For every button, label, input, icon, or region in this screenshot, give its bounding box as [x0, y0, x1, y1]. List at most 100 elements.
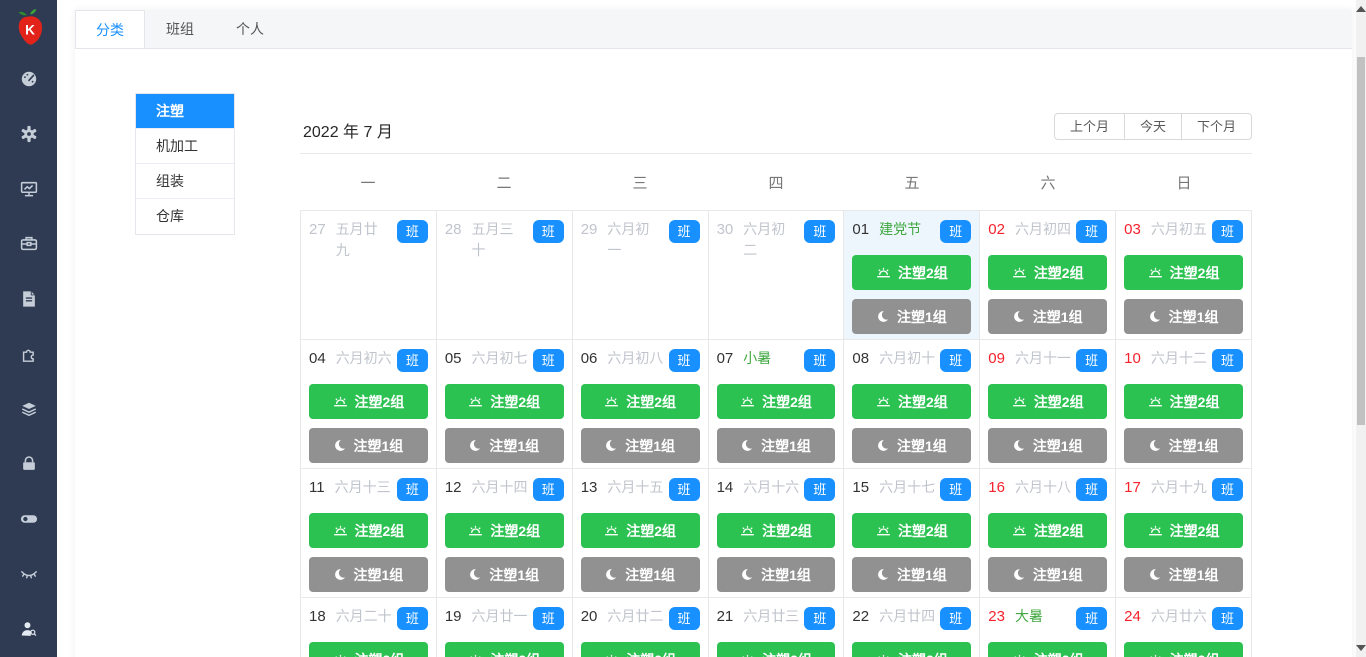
day-shift-button[interactable]: 注塑2组 — [1124, 642, 1243, 657]
tab-group[interactable]: 班组 — [145, 10, 215, 48]
shift-badge[interactable]: 班 — [940, 349, 972, 372]
day-shift-button[interactable]: 注塑2组 — [1124, 384, 1243, 419]
day-shift-button[interactable]: 注塑2组 — [716, 642, 836, 657]
calendar-day-cell[interactable]: 09 六月十一 班 注塑2组 注塑1组 — [980, 340, 1117, 469]
calendar-day-cell[interactable]: 17 六月十九 班 注塑2组 注塑1组 — [1116, 469, 1252, 598]
day-shift-button[interactable]: 注塑2组 — [988, 513, 1108, 548]
shift-badge[interactable]: 班 — [668, 220, 700, 243]
night-shift-button[interactable]: 注塑1组 — [444, 428, 564, 463]
calendar-day-cell[interactable]: 27 五月廿九 班 — [301, 211, 437, 340]
shift-badge[interactable]: 班 — [804, 607, 836, 630]
calendar-day-cell[interactable]: 07 小暑 班 注塑2组 注塑1组 — [708, 340, 845, 469]
today-button[interactable]: 今天 — [1123, 113, 1182, 140]
calendar-day-cell[interactable]: 20 六月廿二 班 注塑2组 注塑1组 — [572, 598, 709, 657]
night-shift-button[interactable]: 注塑1组 — [988, 299, 1108, 334]
calendar-day-cell[interactable]: 21 六月廿三 班 注塑2组 注塑1组 — [708, 598, 845, 657]
calendar-day-cell[interactable]: 13 六月十五 班 注塑2组 注塑1组 — [572, 469, 709, 598]
shift-badge[interactable]: 班 — [1211, 607, 1243, 630]
calendar-day-cell[interactable]: 14 六月十六 班 注塑2组 注塑1组 — [708, 469, 845, 598]
night-shift-button[interactable]: 注塑1组 — [1124, 428, 1243, 463]
shift-badge[interactable]: 班 — [396, 349, 428, 372]
shift-badge[interactable]: 班 — [396, 478, 428, 501]
settings-icon[interactable] — [20, 125, 38, 143]
shift-badge[interactable]: 班 — [532, 220, 564, 243]
shift-badge[interactable]: 班 — [1076, 220, 1108, 243]
day-shift-button[interactable]: 注塑2组 — [852, 513, 972, 548]
night-shift-button[interactable]: 注塑1组 — [716, 557, 836, 592]
night-shift-button[interactable]: 注塑1组 — [444, 557, 564, 592]
category-item[interactable]: 组装 — [136, 164, 234, 199]
day-shift-button[interactable]: 注塑2组 — [309, 513, 428, 548]
day-shift-button[interactable]: 注塑2组 — [309, 384, 428, 419]
next-month-button[interactable]: 下个月 — [1180, 113, 1252, 140]
shift-badge[interactable]: 班 — [940, 220, 972, 243]
calendar-day-cell[interactable]: 08 六月初十 班 注塑2组 注塑1组 — [844, 340, 981, 469]
category-item[interactable]: 机加工 — [136, 129, 234, 164]
day-shift-button[interactable]: 注塑2组 — [988, 642, 1108, 657]
scrollbar-thumb[interactable] — [1357, 57, 1365, 425]
lock-icon[interactable] — [20, 455, 38, 473]
shift-badge[interactable]: 班 — [668, 478, 700, 501]
tab-category[interactable]: 分类 — [75, 10, 145, 48]
calendar-day-cell[interactable]: 01 建党节 班 注塑2组 注塑1组 — [844, 211, 981, 340]
shift-badge[interactable]: 班 — [532, 349, 564, 372]
shift-badge[interactable]: 班 — [940, 607, 972, 630]
shift-badge[interactable]: 班 — [1076, 349, 1108, 372]
calendar-day-cell[interactable]: 10 六月十二 班 注塑2组 注塑1组 — [1116, 340, 1252, 469]
shift-badge[interactable]: 班 — [1211, 349, 1243, 372]
layers-icon[interactable] — [20, 400, 38, 418]
day-shift-button[interactable]: 注塑2组 — [852, 255, 972, 290]
calendar-day-cell[interactable]: 22 六月廿四 班 注塑2组 注塑1组 — [844, 598, 981, 657]
calendar-day-cell[interactable]: 03 六月初五 班 注塑2组 注塑1组 — [1116, 211, 1252, 340]
night-shift-button[interactable]: 注塑1组 — [852, 428, 972, 463]
calendar-day-cell[interactable]: 15 六月十七 班 注塑2组 注塑1组 — [844, 469, 981, 598]
day-shift-button[interactable]: 注塑2组 — [580, 642, 700, 657]
day-shift-button[interactable]: 注塑2组 — [716, 513, 836, 548]
shift-badge[interactable]: 班 — [804, 478, 836, 501]
night-shift-button[interactable]: 注塑1组 — [309, 428, 428, 463]
day-shift-button[interactable]: 注塑2组 — [580, 513, 700, 548]
scroll-down-arrow[interactable] — [1356, 645, 1366, 651]
prev-month-button[interactable]: 上个月 — [1053, 113, 1125, 140]
document-icon[interactable] — [20, 290, 38, 308]
scroll-up-arrow[interactable] — [1356, 6, 1366, 12]
toggle-icon[interactable] — [20, 510, 38, 528]
calendar-day-cell[interactable]: 19 六月廿一 班 注塑2组 注塑1组 — [436, 598, 573, 657]
calendar-day-cell[interactable]: 05 六月初七 班 注塑2组 注塑1组 — [436, 340, 573, 469]
dashboard-icon[interactable] — [20, 70, 38, 88]
day-shift-button[interactable]: 注塑2组 — [444, 384, 564, 419]
calendar-day-cell[interactable]: 23 大暑 班 注塑2组 注塑1组 — [980, 598, 1117, 657]
calendar-day-cell[interactable]: 11 六月十三 班 注塑2组 注塑1组 — [301, 469, 437, 598]
monitor-chart-icon[interactable] — [20, 180, 38, 198]
shift-badge[interactable]: 班 — [668, 607, 700, 630]
night-shift-button[interactable]: 注塑1组 — [1124, 557, 1243, 592]
night-shift-button[interactable]: 注塑1组 — [309, 557, 428, 592]
shift-badge[interactable]: 班 — [804, 220, 836, 243]
day-shift-button[interactable]: 注塑2组 — [580, 384, 700, 419]
scrollbar[interactable] — [1356, 0, 1366, 657]
user-icon[interactable] — [20, 620, 38, 638]
shift-badge[interactable]: 班 — [396, 607, 428, 630]
night-shift-button[interactable]: 注塑1组 — [852, 299, 972, 334]
shift-badge[interactable]: 班 — [532, 478, 564, 501]
day-shift-button[interactable]: 注塑2组 — [716, 384, 836, 419]
shift-badge[interactable]: 班 — [1076, 478, 1108, 501]
day-shift-button[interactable]: 注塑2组 — [1124, 513, 1243, 548]
tab-personal[interactable]: 个人 — [215, 10, 285, 48]
shift-badge[interactable]: 班 — [1076, 607, 1108, 630]
calendar-day-cell[interactable]: 24 六月廿六 班 注塑2组 注塑1组 — [1116, 598, 1252, 657]
calendar-day-cell[interactable]: 04 六月初六 班 注塑2组 注塑1组 — [301, 340, 437, 469]
toolbox-icon[interactable] — [20, 235, 38, 253]
calendar-day-cell[interactable]: 06 六月初八 班 注塑2组 注塑1组 — [572, 340, 709, 469]
shift-badge[interactable]: 班 — [396, 220, 428, 243]
day-shift-button[interactable]: 注塑2组 — [988, 384, 1108, 419]
night-shift-button[interactable]: 注塑1组 — [852, 557, 972, 592]
puzzle-icon[interactable] — [20, 345, 38, 363]
night-shift-button[interactable]: 注塑1组 — [988, 557, 1108, 592]
day-shift-button[interactable]: 注塑2组 — [988, 255, 1108, 290]
day-shift-button[interactable]: 注塑2组 — [444, 642, 564, 657]
calendar-day-cell[interactable]: 30 六月初二 班 — [708, 211, 845, 340]
day-shift-button[interactable]: 注塑2组 — [852, 384, 972, 419]
eye-closed-icon[interactable] — [20, 565, 38, 583]
shift-badge[interactable]: 班 — [668, 349, 700, 372]
